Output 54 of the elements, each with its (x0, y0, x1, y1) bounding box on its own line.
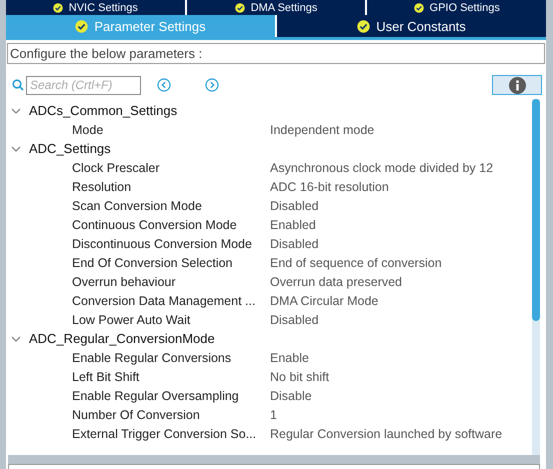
parameter-name: Left Bit Shift (72, 370, 140, 384)
parameter-value[interactable]: Asynchronous clock mode divided by 12 (270, 160, 494, 174)
parameter-value[interactable]: Enabled (270, 218, 316, 232)
parameter-value[interactable]: Disabled (270, 198, 319, 212)
parameter-value[interactable]: No bit shift (270, 370, 330, 384)
check-icon (357, 20, 370, 32)
parameter-name: Mode (72, 122, 104, 136)
check-icon (414, 2, 424, 12)
parameter-name: Number Of Conversion (72, 408, 201, 422)
search-field[interactable]: Search (Crtl+F) (26, 76, 141, 94)
tab[interactable]: User Constants (277, 15, 546, 37)
group-label[interactable]: ADCs_Common_Settings (29, 103, 178, 118)
previous-icon[interactable] (157, 78, 171, 92)
parameter-value[interactable]: ADC 16-bit resolution (270, 180, 389, 194)
parameter-value[interactable]: Disable (270, 388, 312, 402)
parameter-name: Resolution (72, 180, 132, 194)
parameter-value[interactable]: Independent mode (270, 122, 374, 136)
parameter-name: Enable Regular Oversampling (72, 388, 240, 402)
parameter-value[interactable]: Regular Conversion launched by software (270, 426, 502, 440)
parameter-name: Enable Regular Conversions (72, 350, 232, 364)
parameter-value[interactable]: 1 (270, 408, 277, 422)
parameter-value[interactable]: Enable (270, 350, 309, 364)
description-text: Configure the below parameters : (7, 43, 545, 64)
check-icon (234, 2, 245, 12)
info-icon (508, 76, 526, 94)
tab[interactable]: DMA Settings (186, 0, 366, 15)
info-button[interactable] (492, 75, 542, 95)
search-icon (12, 79, 24, 91)
parameter-value[interactable]: Disabled (270, 312, 319, 326)
chevron-icon[interactable] (11, 106, 21, 116)
parameter-name: Low Power Auto Wait (72, 312, 192, 326)
parameter-name: Conversion Data Management ... (72, 294, 256, 308)
check-icon (52, 2, 63, 12)
group-label[interactable]: ADC_Regular_ConversionMode (29, 331, 215, 346)
check-icon (75, 20, 88, 32)
parameter-value[interactable]: Disabled (270, 236, 319, 250)
parameter-name: Discontinuous Conversion Mode (72, 236, 253, 250)
group-label[interactable]: ADC_Settings (29, 141, 111, 156)
tab[interactable]: NVIC Settings (6, 0, 185, 15)
parameter-name: Scan Conversion Mode (72, 198, 203, 212)
parameter-name: External Trigger Conversion So... (72, 426, 258, 440)
parameter-name: Continuous Conversion Mode (72, 218, 238, 232)
parameter-value[interactable]: Overrun data preserved (270, 274, 402, 288)
chevron-icon[interactable] (11, 334, 21, 344)
scrollbar[interactable] (532, 99, 540, 455)
chevron-icon[interactable] (11, 144, 21, 154)
tab[interactable]: GPIO Settings (367, 0, 546, 15)
parameter-name: Overrun behaviour (72, 274, 177, 288)
parameter-value[interactable]: DMA Circular Mode (270, 294, 378, 308)
parameter-name: End Of Conversion Selection (72, 256, 234, 270)
parameter-name: Clock Prescaler (72, 160, 161, 174)
horizontal-scrollbar[interactable] (8, 455, 540, 464)
next-icon[interactable] (205, 78, 219, 92)
parameter-value[interactable]: End of sequence of conversion (270, 256, 442, 270)
